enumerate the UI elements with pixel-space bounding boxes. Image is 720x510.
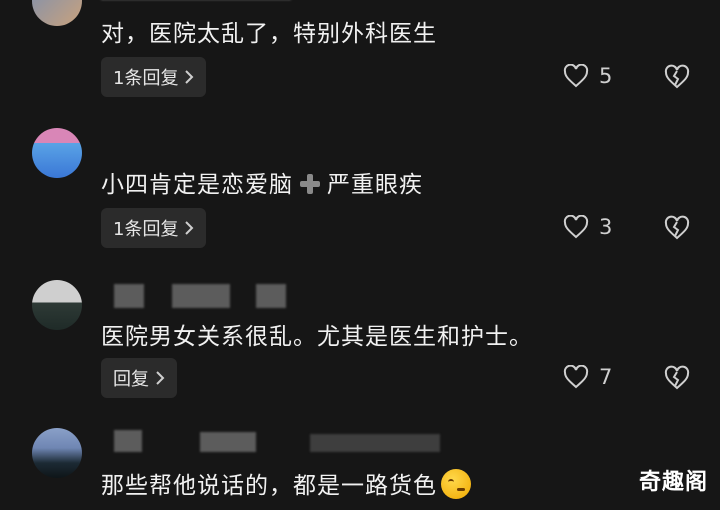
username-blurred [200, 432, 256, 452]
avatar[interactable] [32, 0, 82, 26]
username-blurred [114, 284, 144, 308]
replies-button[interactable]: 1条回复 [101, 208, 207, 248]
heart-outline-icon [563, 64, 589, 88]
comment-text: 那些帮他说话的，都是一路货色 [101, 466, 471, 500]
comment-text-part: 小四肯定是恋爱脑 [101, 172, 293, 198]
comment-text-part: 那些帮他说话的，都是一路货色 [101, 473, 437, 499]
chevron-right-icon [156, 371, 165, 385]
broken-heart-icon [664, 365, 690, 390]
heart-outline-icon [563, 215, 589, 239]
comment-text: 小四肯定是恋爱脑 严重眼疾 [101, 165, 423, 199]
like-count: 3 [599, 215, 613, 239]
dislike-button[interactable] [663, 365, 691, 395]
username-blurred [256, 284, 286, 308]
username-blurred [172, 284, 230, 308]
comment-text-part: 严重眼疾 [327, 172, 423, 198]
username-blurred [114, 430, 142, 452]
plus-emoji-icon [299, 173, 321, 195]
smirk-emoji-icon [441, 469, 471, 499]
watermark-logo: 奇趣阁 [638, 470, 708, 495]
comment-text: 医院男女关系很乱。尤其是医生和护士。 [101, 324, 533, 350]
avatar[interactable] [32, 428, 82, 478]
comment-text: 对，医院太乱了，特别外科医生 [101, 21, 437, 47]
broken-heart-icon [664, 215, 690, 240]
username-blurred [310, 434, 440, 452]
reply-button[interactable]: 回复 [101, 358, 177, 398]
like-button[interactable]: 5 [563, 64, 612, 88]
avatar[interactable] [32, 128, 82, 178]
like-count: 5 [599, 64, 613, 88]
dislike-button[interactable] [663, 215, 691, 245]
replies-button[interactable]: 1条回复 [101, 57, 207, 97]
chevron-right-icon [185, 221, 194, 235]
like-count: 7 [599, 365, 613, 389]
heart-outline-icon [563, 365, 589, 389]
replies-label: 1条回复 [113, 219, 179, 240]
broken-heart-icon [664, 64, 690, 89]
replies-label: 1条回复 [113, 68, 179, 89]
dislike-button[interactable] [663, 64, 691, 94]
reply-label: 回复 [113, 369, 149, 390]
avatar[interactable] [32, 280, 82, 330]
chevron-right-icon [185, 70, 194, 84]
like-button[interactable]: 7 [563, 365, 612, 389]
like-button[interactable]: 3 [563, 215, 612, 239]
